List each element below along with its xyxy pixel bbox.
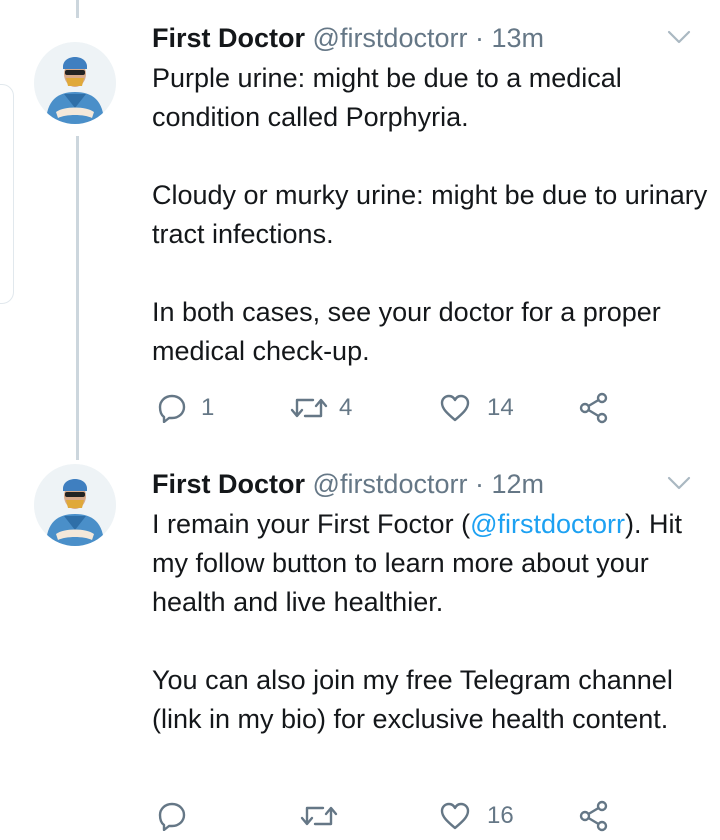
retweet-button[interactable]: 4 (289, 388, 352, 428)
heart-icon (440, 394, 470, 422)
tweet-actions: 1 4 14 (0, 388, 720, 428)
doctor-avatar-icon (34, 464, 116, 546)
retweet-icon (290, 398, 328, 418)
share-button[interactable] (578, 796, 610, 836)
share-icon (579, 800, 608, 832)
chevron-down-icon[interactable] (666, 474, 692, 492)
tweet-header: First Doctor @firstdoctorr · 13m (152, 18, 544, 58)
doctor-avatar[interactable] (34, 464, 116, 546)
separator-dot: · (474, 23, 484, 53)
tweet-paragraph: Cloudy or murky urine: might be due to u… (152, 180, 708, 249)
tweet-timestamp[interactable]: 13m (492, 23, 545, 53)
author-name[interactable]: First Doctor (152, 23, 305, 53)
author-handle[interactable]: @firstdoctorr (313, 23, 468, 53)
tweet-paragraph: I remain your First Foctor (@firstdoctor… (152, 505, 712, 622)
separator-dot: · (474, 469, 484, 499)
thread-line-top (76, 0, 79, 18)
tweet-header: First Doctor @firstdoctorr · 12m (152, 464, 544, 504)
retweet-button[interactable] (299, 796, 353, 836)
author-name[interactable]: First Doctor (152, 469, 305, 499)
tweet-paragraph: Purple urine: might be due to a medical … (152, 63, 622, 132)
doctor-avatar[interactable] (34, 42, 116, 124)
like-button[interactable]: 16 (439, 796, 514, 836)
tweet-1[interactable]: First Doctor @firstdoctorr · 13m Purple … (0, 18, 720, 438)
retweet-count: 4 (339, 394, 353, 421)
tweet-timestamp[interactable]: 12m (492, 469, 545, 499)
mention-link[interactable]: @firstdoctorr (470, 509, 625, 539)
intro-text: I remain your First Foctor ( (152, 509, 471, 539)
reply-icon (158, 394, 186, 423)
tweet-body: Purple urine: might be due to a medical … (152, 59, 712, 371)
share-icon (579, 392, 608, 424)
reply-button[interactable] (157, 796, 201, 836)
author-handle[interactable]: @firstdoctorr (313, 469, 468, 499)
like-button[interactable]: 14 (439, 388, 514, 428)
reply-icon (158, 802, 186, 831)
like-count: 16 (487, 802, 514, 829)
tweet-paragraph: In both cases, see your doctor for a pro… (152, 297, 661, 366)
heart-icon (440, 802, 470, 830)
chevron-down-icon[interactable] (666, 28, 692, 46)
reply-count: 1 (201, 394, 215, 421)
tweet-actions: 16 (0, 796, 720, 836)
reply-button[interactable]: 1 (157, 388, 214, 428)
like-count: 14 (487, 394, 514, 421)
tweet-paragraph: You can also join my free Telegram chann… (152, 665, 673, 734)
tweet-body: I remain your First Foctor (@firstdoctor… (152, 505, 712, 739)
doctor-avatar-icon (34, 42, 116, 124)
tweet-2[interactable]: First Doctor @firstdoctorr · 12m I remai… (0, 464, 720, 840)
share-button[interactable] (578, 388, 610, 428)
retweet-icon (300, 806, 338, 826)
